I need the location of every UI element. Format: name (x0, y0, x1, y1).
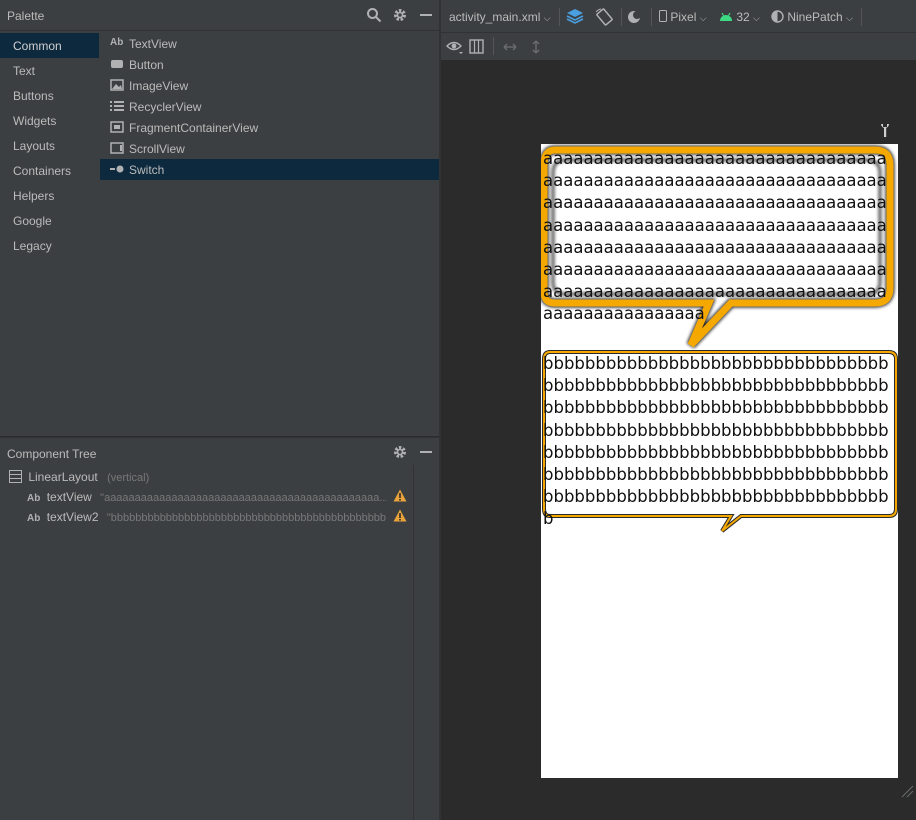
eye-icon[interactable] (446, 39, 464, 58)
category-layouts[interactable]: Layouts (0, 133, 99, 158)
device-preview[interactable]: aaaaaaaaaaaaaaaaaaaaaaaaaaaaaaaaaaaaaaaa… (541, 144, 898, 778)
design-toolbar-secondary (441, 33, 916, 60)
design-toolbar: activity_main.xml ⌵ Pixel ⌵ 32 ⌵ NinePat… (441, 0, 916, 33)
palette-header: Palette (0, 0, 439, 31)
file-selector[interactable]: activity_main.xml ⌵ (449, 10, 551, 24)
palette-item-fragmentcontainerview[interactable]: FragmentContainerView (100, 117, 439, 138)
category-common[interactable]: Common (0, 33, 99, 58)
recyclerview-icon (110, 100, 126, 114)
tree-node-label: textView (46, 490, 92, 504)
textview-b[interactable]: bbbbbbbbbbbbbbbbbbbbbbbbbbbbbbbbbbbbbbbb… (543, 353, 895, 531)
toolbar-separator (493, 37, 494, 55)
palette-items: Ab TextView Button ImageView RecyclerVie… (100, 31, 439, 436)
wrench-icon[interactable] (878, 122, 892, 141)
warning-icon[interactable] (393, 509, 407, 522)
imageview-icon (110, 79, 126, 93)
toolbar-separator (651, 8, 652, 26)
palette-item-recyclerview[interactable]: RecyclerView (100, 96, 439, 117)
divider (413, 465, 414, 820)
split-view-icon[interactable] (469, 39, 485, 58)
textview-icon: Ab (27, 493, 41, 504)
category-containers[interactable]: Containers (0, 158, 99, 183)
palette-item-label: FragmentContainerView (129, 121, 259, 135)
category-legacy[interactable]: Legacy (0, 233, 99, 258)
button-icon (110, 58, 126, 72)
device-name: Pixel (670, 10, 697, 24)
palette-categories: Common Text Buttons Widgets Layouts Cont… (0, 31, 99, 436)
orientation-icon[interactable] (595, 8, 615, 29)
theme-selector[interactable]: NinePatch ⌵ (771, 10, 853, 24)
palette-item-label: ScrollView (129, 142, 185, 156)
palette-title: Palette (7, 9, 45, 23)
tree-node-hint: "aaaaaaaaaaaaaaaaaaaaaaaaaaaaaaaaaaaaaaa… (100, 492, 387, 504)
textview-icon: Ab (27, 513, 41, 524)
api-selector[interactable]: 32 ⌵ (719, 10, 760, 24)
palette-item-button[interactable]: Button (100, 54, 439, 75)
api-level: 32 (736, 10, 750, 24)
textview-a[interactable]: aaaaaaaaaaaaaaaaaaaaaaaaaaaaaaaaaaaaaaaa… (543, 148, 895, 326)
component-tree-title: Component Tree (7, 447, 97, 461)
palette-item-label: TextView (129, 37, 177, 51)
tree-node-hint: "bbbbbbbbbbbbbbbbbbbbbbbbbbbbbbbbbbbbbbb… (106, 512, 387, 524)
textview-icon: Ab (110, 37, 124, 48)
theme-name: NinePatch (787, 10, 843, 24)
scrollview-icon (110, 142, 126, 156)
chevron-down-icon: ⌵ (699, 13, 707, 23)
toolbar-separator (559, 8, 560, 26)
minimize-icon[interactable] (418, 7, 434, 23)
horizontal-resize-icon[interactable] (502, 39, 518, 58)
chevron-down-icon: ⌵ (753, 13, 760, 23)
fragmentcontainerview-icon (110, 121, 126, 135)
chevron-down-icon: ⌵ (846, 13, 853, 23)
tree-node-label: LinearLayout (28, 470, 98, 484)
night-mode-icon[interactable] (626, 8, 646, 29)
search-icon[interactable] (366, 7, 382, 23)
phone-icon (659, 10, 667, 22)
palette-item-textview[interactable]: Ab TextView (100, 33, 439, 54)
palette-item-imageview[interactable]: ImageView (100, 75, 439, 96)
category-text[interactable]: Text (0, 58, 99, 83)
warning-icon[interactable] (393, 489, 407, 502)
gear-icon[interactable] (392, 7, 408, 23)
toolbar-separator (621, 8, 622, 26)
android-icon (720, 12, 732, 21)
tree-node-textview2[interactable]: Ab textView2 "bbbbbbbbbbbbbbbbbbbbbbbbbb… (27, 507, 387, 527)
device-selector[interactable]: Pixel ⌵ (659, 10, 707, 24)
resize-handle-icon[interactable] (900, 784, 914, 801)
tree-node-textview[interactable]: Ab textView "aaaaaaaaaaaaaaaaaaaaaaaaaaa… (27, 487, 387, 507)
palette-item-label: RecyclerView (129, 100, 202, 114)
theme-icon (771, 10, 784, 23)
tree-node-linearlayout[interactable]: LinearLayout (vertical) (9, 467, 149, 487)
vertical-resize-icon[interactable] (528, 39, 544, 58)
toolbar-separator (861, 8, 862, 26)
palette-item-label: Switch (129, 163, 165, 177)
palette-item-label: Button (129, 58, 164, 72)
category-buttons[interactable]: Buttons (0, 83, 99, 108)
category-widgets[interactable]: Widgets (0, 108, 99, 133)
gear-icon[interactable] (392, 444, 408, 460)
palette-item-scrollview[interactable]: ScrollView (100, 138, 439, 159)
category-google[interactable]: Google (0, 208, 99, 233)
tree-node-label: textView2 (46, 510, 99, 524)
palette-item-switch[interactable]: Switch (100, 159, 439, 180)
minimize-icon[interactable] (418, 444, 434, 460)
component-tree-header: Component Tree (0, 437, 439, 465)
chevron-down-icon: ⌵ (543, 13, 551, 23)
switch-icon (110, 163, 126, 177)
linearlayout-icon (9, 470, 22, 483)
file-name: activity_main.xml (449, 10, 541, 24)
layers-icon[interactable] (566, 8, 586, 29)
category-helpers[interactable]: Helpers (0, 183, 99, 208)
palette-item-label: ImageView (129, 79, 189, 93)
tree-node-hint: (vertical) (107, 472, 150, 484)
